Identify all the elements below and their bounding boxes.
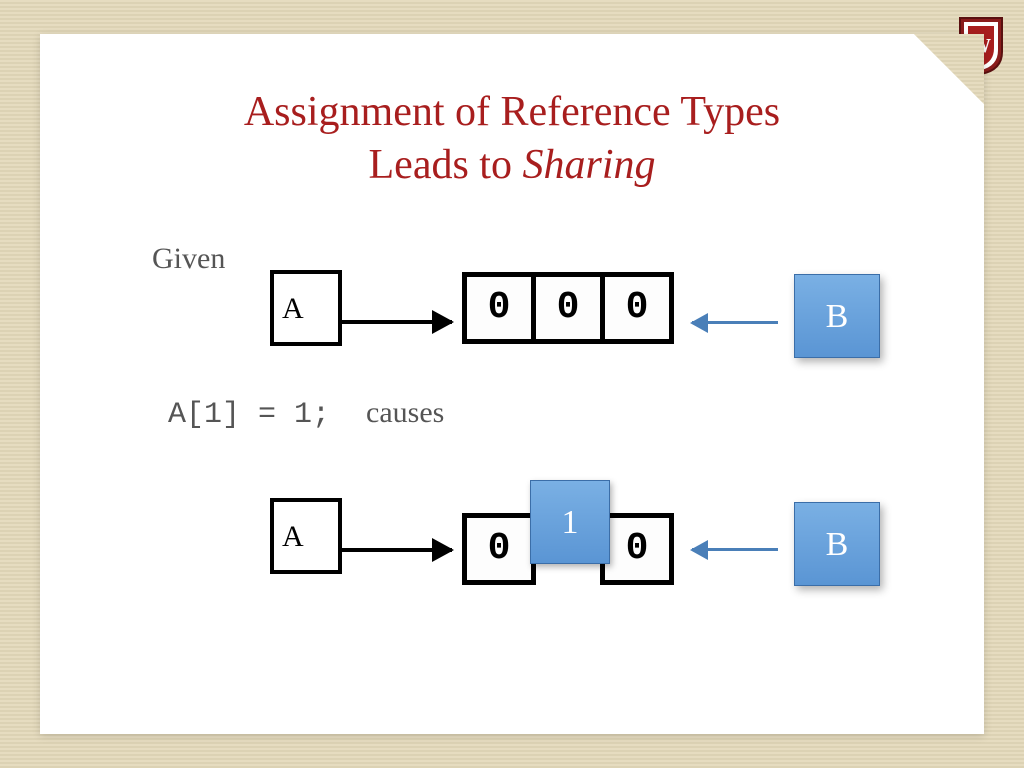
- slide-title: Assignment of Reference Types Leads to S…: [40, 34, 984, 191]
- slide-panel: Assignment of Reference Types Leads to S…: [40, 34, 984, 734]
- array-cell: 0: [462, 272, 536, 344]
- code-snippet: A[1] = 1;: [168, 398, 330, 432]
- diagram-row-2: A 00 1 B: [270, 486, 880, 585]
- diagram-row-1: A 000 B: [270, 266, 880, 350]
- variable-box-a: A: [270, 270, 342, 346]
- title-line-2b: Sharing: [522, 142, 655, 188]
- variable-box-b: B: [794, 502, 880, 586]
- array-cell: 0: [462, 513, 536, 585]
- causes-line: A[1] = 1; causes: [168, 396, 444, 432]
- array-cell: 0: [600, 272, 674, 344]
- array-cells-1: 000: [462, 272, 674, 344]
- variable-box-b: B: [794, 274, 880, 358]
- label-a: A: [282, 292, 304, 326]
- title-line-2a: Leads to: [369, 142, 523, 188]
- pointer-arrow-left: [692, 321, 778, 324]
- given-label: Given: [152, 242, 225, 276]
- variable-box-a: A: [270, 498, 342, 574]
- causes-word: causes: [366, 396, 444, 429]
- pointer-arrow-right: [342, 320, 452, 324]
- array-cells-2: 00 1: [462, 486, 674, 585]
- pointer-arrow-left: [692, 548, 778, 551]
- array-cell: 0: [600, 513, 674, 585]
- pointer-arrow-right: [342, 548, 452, 552]
- corner-fold: [914, 34, 984, 104]
- title-line-1: Assignment of Reference Types: [244, 89, 780, 135]
- label-a: A: [282, 520, 304, 554]
- highlight-overlay: 1: [530, 480, 610, 564]
- array-cell: 0: [531, 272, 605, 344]
